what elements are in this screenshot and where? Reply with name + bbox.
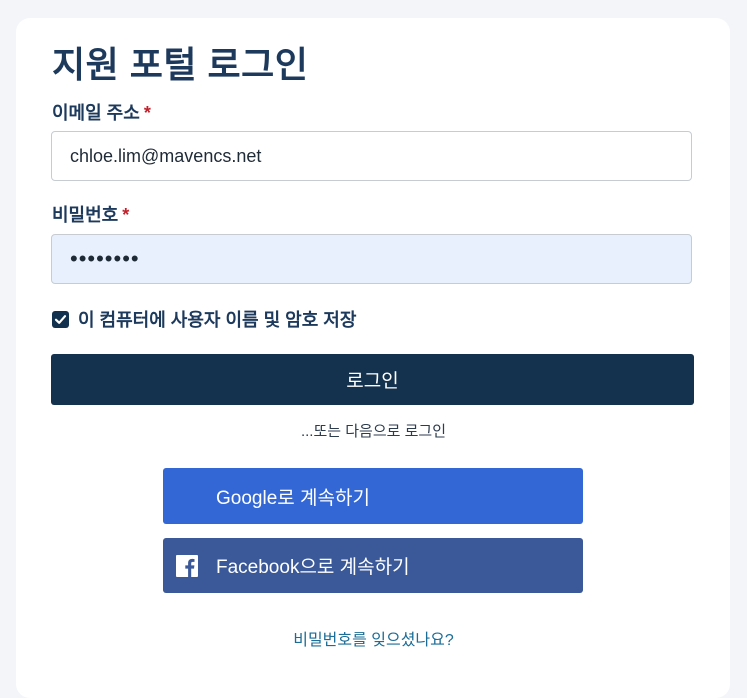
password-label: 비밀번호 *: [52, 203, 129, 227]
email-label: 이메일 주소 *: [52, 101, 151, 125]
facebook-login-label: Facebook으로 계속하기: [216, 557, 410, 578]
google-login-button[interactable]: Google로 계속하기: [163, 468, 583, 524]
check-icon: [54, 314, 67, 324]
facebook-login-button[interactable]: Facebook으로 계속하기: [163, 538, 583, 593]
remember-me-row[interactable]: 이 컴퓨터에 사용자 이름 및 암호 저장: [52, 306, 356, 332]
required-marker: *: [122, 205, 130, 225]
remember-me-label[interactable]: 이 컴퓨터에 사용자 이름 및 암호 저장: [78, 306, 356, 332]
google-login-label: Google로 계속하기: [216, 487, 370, 509]
login-button[interactable]: 로그인: [51, 354, 694, 405]
facebook-icon: [176, 554, 198, 577]
forgot-password-link[interactable]: 비밀번호를 잊으셨나요?: [0, 626, 747, 650]
required-marker: *: [143, 103, 151, 123]
password-label-text: 비밀번호: [52, 205, 119, 225]
remember-me-checkbox[interactable]: [52, 310, 69, 328]
page-title: 지원 포털 로그인: [52, 44, 309, 85]
email-field[interactable]: [51, 131, 692, 181]
password-field[interactable]: [51, 234, 692, 284]
email-label-text: 이메일 주소: [52, 103, 140, 123]
social-divider-text: ...또는 다음으로 로그인: [300, 423, 447, 440]
